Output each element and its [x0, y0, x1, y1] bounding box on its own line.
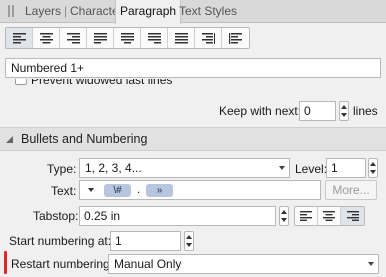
- align-right-icon: [66, 32, 80, 43]
- keep-with-next-label: Keep with next:: [219, 104, 302, 118]
- paragraph-panel: Layers | Character Paragraph Text Styles: [0, 0, 386, 277]
- keep-with-next-unit: lines: [353, 104, 378, 118]
- widow-row: Prevent widowed last lines: [0, 79, 386, 91]
- level-input[interactable]: 1: [326, 158, 366, 178]
- chevron-down-icon: [279, 166, 285, 170]
- align-away-from-spine-icon: [229, 32, 242, 44]
- align-left-icon: [300, 211, 312, 221]
- tab-text-styles[interactable]: Text Styles: [179, 0, 237, 23]
- collapse-triangle-icon[interactable]: [6, 136, 13, 143]
- align-away-from-spine-button[interactable]: [222, 28, 249, 48]
- start-numbering-label: Start numbering at:: [9, 234, 112, 248]
- justify-all-icon: [174, 32, 188, 43]
- tab-paragraph[interactable]: Paragraph: [115, 0, 182, 24]
- align-center-button[interactable]: [33, 28, 60, 48]
- tabstop-align-right-button[interactable]: [341, 207, 364, 225]
- justify-right-icon: [147, 32, 161, 43]
- panel-tab-bar: Layers | Character Paragraph Text Styles: [0, 0, 386, 24]
- insert-menu-chevron-icon[interactable]: [88, 188, 94, 192]
- justify-center-icon: [120, 32, 134, 43]
- restart-numbering-value: Manual Only: [114, 257, 182, 271]
- paragraph-style-field[interactable]: Numbered 1+: [5, 58, 381, 78]
- align-towards-spine-button[interactable]: [195, 28, 222, 48]
- restart-numbering-dropdown[interactable]: Manual Only: [108, 254, 379, 274]
- type-label: Type:: [47, 162, 77, 176]
- tabstop-input[interactable]: 0.25 in: [79, 206, 276, 226]
- tabstop-label: Tabstop:: [33, 209, 79, 223]
- justify-right-button[interactable]: [141, 28, 168, 48]
- tab-layers[interactable]: Layers: [25, 0, 61, 23]
- type-dropdown[interactable]: 1, 2, 3, 4...: [79, 158, 290, 178]
- token-separator: .: [137, 182, 141, 196]
- keep-with-next-stepper[interactable]: [339, 101, 349, 121]
- bullets-numbering-section-header[interactable]: Bullets and Numbering: [0, 127, 386, 151]
- section-title: Bullets and Numbering: [21, 132, 148, 146]
- restart-numbering-label: Restart numbering:: [11, 257, 114, 271]
- tabstop-align-left-button[interactable]: [295, 207, 318, 225]
- more-button[interactable]: More...: [325, 180, 377, 200]
- align-center-icon: [39, 32, 53, 43]
- drag-grip-icon[interactable]: [8, 5, 14, 17]
- justify-left-button[interactable]: [87, 28, 114, 48]
- modified-indicator: [4, 251, 7, 274]
- align-left-icon: [12, 32, 26, 43]
- tabstop-stepper[interactable]: [279, 206, 289, 226]
- prevent-widow-label: Prevent widowed last lines: [31, 79, 173, 87]
- tab-separator: |: [64, 4, 68, 18]
- prevent-widow-checkbox[interactable]: [15, 79, 27, 85]
- type-value: 1, 2, 3, 4...: [85, 161, 142, 175]
- justify-left-icon: [93, 32, 107, 43]
- keep-with-next-input[interactable]: 0: [299, 101, 336, 121]
- tabstop-alignment-toolbar: [294, 206, 365, 226]
- tabstop-align-center-button[interactable]: [318, 207, 341, 225]
- token-number[interactable]: \#: [104, 184, 131, 197]
- align-left-button[interactable]: [6, 28, 33, 48]
- level-stepper[interactable]: [368, 158, 378, 178]
- align-center-icon: [323, 211, 335, 221]
- justify-all-button[interactable]: [168, 28, 195, 48]
- chevron-down-icon: [368, 262, 374, 266]
- alignment-toolbar: [5, 27, 250, 49]
- align-right-button[interactable]: [60, 28, 87, 48]
- align-towards-spine-icon: [201, 32, 215, 44]
- justify-center-button[interactable]: [114, 28, 141, 48]
- start-numbering-stepper[interactable]: [184, 231, 194, 251]
- number-text-field[interactable]: \# . »: [79, 180, 321, 200]
- align-right-icon: [346, 211, 359, 221]
- start-numbering-input[interactable]: 1: [110, 231, 181, 251]
- level-label: Level:: [295, 162, 328, 176]
- text-label: Text:: [51, 184, 77, 198]
- token-tab[interactable]: »: [146, 184, 173, 197]
